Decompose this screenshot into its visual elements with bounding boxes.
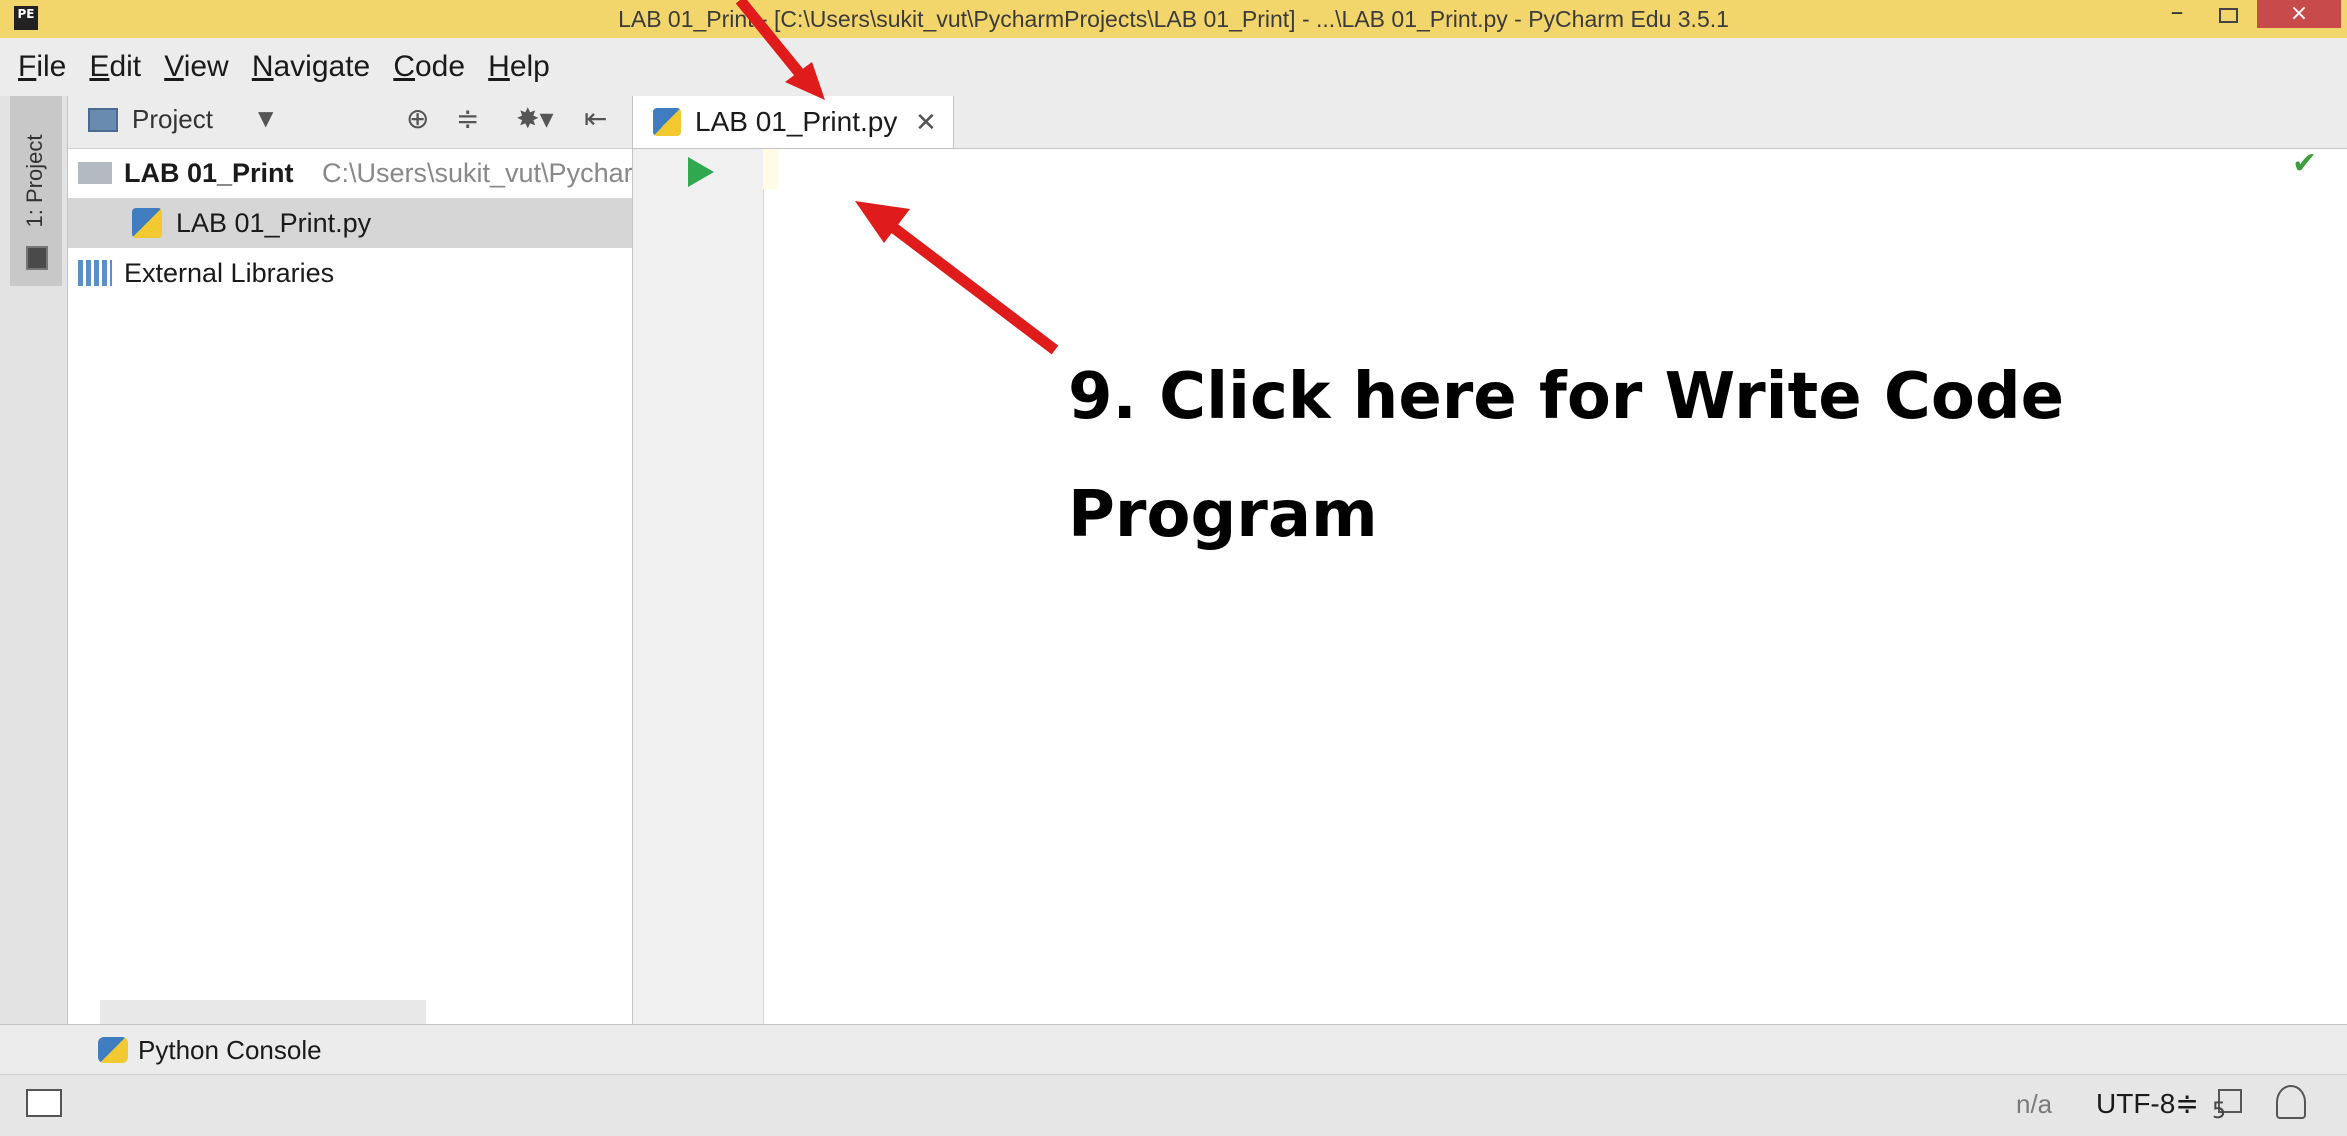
menu-navigate[interactable]: Navigate <box>252 38 370 96</box>
horizontal-scrollbar[interactable] <box>100 1000 426 1024</box>
close-button[interactable]: × <box>2257 0 2341 28</box>
bottom-tool-bar: Python Console <box>0 1024 2347 1075</box>
tool-window-strip: 1: Project <box>0 96 68 1024</box>
locate-icon[interactable]: ⊕ <box>406 102 429 135</box>
page-number: 5 <box>2212 1099 2226 1124</box>
tool-tab-label: 1: Project <box>22 134 47 228</box>
gear-icon[interactable]: ✸▾ <box>516 102 554 135</box>
collapse-all-icon[interactable]: ≑ <box>456 102 479 135</box>
project-toolbar: Project ▼ ⊕ ≑ ✸▾ ⇤ <box>68 96 632 149</box>
close-tab-icon[interactable]: ✕ <box>915 96 937 148</box>
title-bar: PE LAB 01_Print - [C:\Users\sukit_vut\Py… <box>0 0 2347 39</box>
project-root-name: LAB 01_Print <box>124 158 294 188</box>
folder-icon <box>78 162 112 184</box>
annotation-text: 9. Click here for Write Code Program <box>1068 360 2065 552</box>
menu-bar: File Edit View Navigate Code Help <box>0 38 2347 97</box>
libraries-icon <box>78 260 112 286</box>
check-icon: ✔ <box>2292 146 2318 181</box>
editor-tab-bar: LAB 01_Print.py ✕ <box>633 96 2347 149</box>
toggle-tool-windows-icon[interactable] <box>26 1089 62 1117</box>
hide-panel-icon[interactable]: ⇤ <box>584 102 607 135</box>
libraries-label: External Libraries <box>124 258 335 288</box>
line-info: n/a <box>2016 1089 2053 1119</box>
minimize-button[interactable]: – <box>2157 0 2197 30</box>
tree-item-python-file[interactable]: LAB 01_Print.py <box>68 198 632 248</box>
inspector-icon[interactable] <box>2276 1085 2306 1119</box>
run-icon[interactable] <box>688 157 714 187</box>
file-name: LAB 01_Print.py <box>176 208 372 238</box>
tool-tab-project[interactable]: 1: Project <box>10 96 62 286</box>
menu-edit[interactable]: Edit <box>89 38 141 96</box>
menu-file[interactable]: File <box>18 38 66 96</box>
annotation-arrow-editor <box>855 201 1059 355</box>
project-panel: Project ▼ ⊕ ≑ ✸▾ ⇤ LAB 01_Print C:\Users… <box>68 96 633 1024</box>
maximize-button[interactable] <box>2207 2 2247 30</box>
project-view-selector[interactable]: Project <box>132 104 213 135</box>
annotation-arrow-tab <box>735 0 825 100</box>
project-folder-icon <box>26 246 48 270</box>
menu-code[interactable]: Code <box>393 38 465 96</box>
python-file-icon <box>653 108 681 136</box>
tree-item-project-root[interactable]: LAB 01_Print C:\Users\sukit_vut\PycharmP… <box>68 148 632 198</box>
tree-item-external-libraries[interactable]: External Libraries <box>68 248 632 298</box>
menu-view[interactable]: View <box>164 38 228 96</box>
python-console-button[interactable]: Python Console <box>138 1035 322 1066</box>
editor-gutter <box>633 149 764 1024</box>
python-console-icon <box>98 1037 128 1063</box>
chevron-down-icon[interactable]: ▼ <box>258 106 273 130</box>
encoding-selector[interactable]: UTF-8≑ <box>2096 1087 2199 1120</box>
menu-help[interactable]: Help <box>488 38 550 96</box>
project-root-path: C:\Users\sukit_vut\PycharmProjects\LAB 0… <box>322 158 632 188</box>
python-file-icon <box>132 208 162 238</box>
project-view-icon <box>88 108 118 132</box>
window-title: LAB 01_Print - [C:\Users\sukit_vut\Pycha… <box>618 6 1729 32</box>
status-bar: n/a UTF-8≑ 5 <box>0 1074 2347 1136</box>
